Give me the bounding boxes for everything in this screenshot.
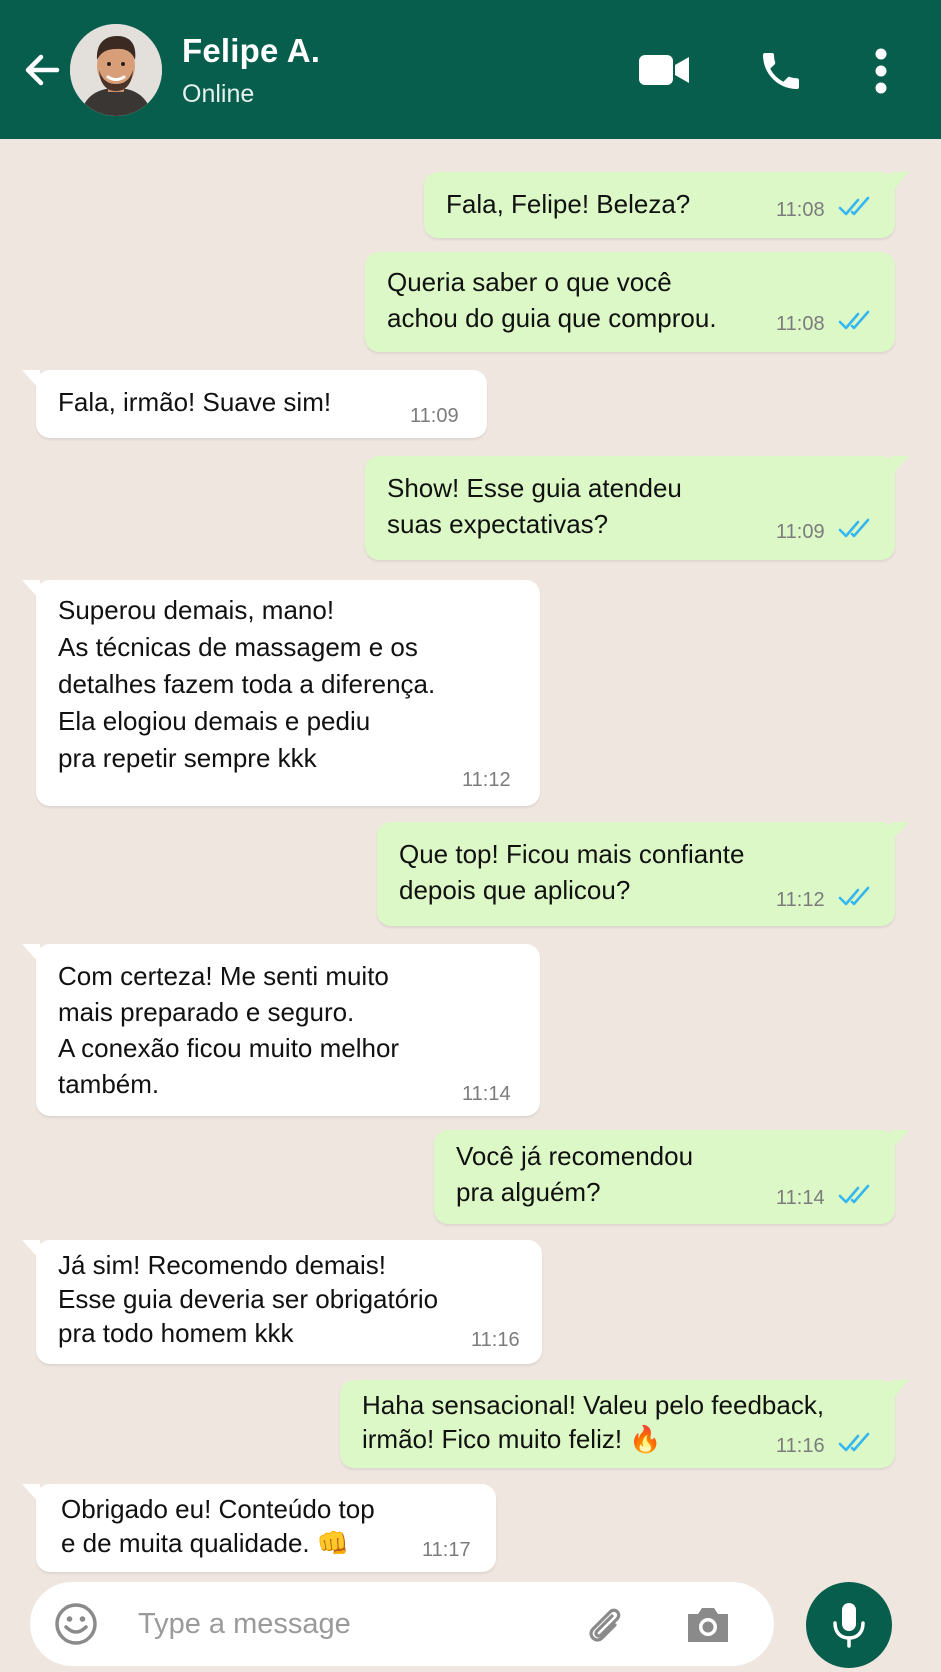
bubble-tail [891,456,909,476]
message-time: 11:09 [776,521,825,543]
bubble-tail [22,1240,40,1260]
read-receipt-icon [838,310,870,330]
phone-icon[interactable] [754,44,808,98]
message-text: Queria saber o que você achou do guia qu… [387,267,717,333]
message-text: Com certeza! Me senti muito mais prepara… [58,961,400,1099]
read-receipt-icon [838,886,870,906]
chat-header: Felipe A. Online [0,0,941,139]
bubble-tail [891,172,909,192]
message-text: Obrigado eu! Conteúdo top e de muita qua… [61,1494,375,1558]
message-bubble-outgoing[interactable]: Que top! Ficou mais confiante depois que… [377,822,909,926]
message-time: 11:12 [462,769,511,791]
composer [30,1582,774,1666]
message-time: 11:17 [422,1539,471,1561]
bubble-tail [891,1130,909,1150]
bubble-tail [22,580,40,600]
read-receipt-icon [838,196,870,216]
message-bubble-outgoing[interactable]: Queria saber o que você achou do guia qu… [365,252,895,352]
message-text: Que top! Ficou mais confiante depois que… [399,839,745,905]
bubble-tail [891,1380,909,1400]
message-time: 11:16 [471,1329,520,1351]
message-bubble-incoming[interactable]: Com certeza! Me senti muito mais prepara… [22,944,540,1116]
video-call-icon[interactable] [636,48,692,92]
message-time: 11:09 [410,405,459,427]
bubble-tail [22,370,40,390]
message-bubble-incoming[interactable]: Superou demais, mano! As técnicas de mas… [22,580,540,806]
bubble-tail [22,944,40,964]
bubble-tail [22,1484,40,1504]
read-receipt-icon [838,1432,870,1452]
message-time: 11:08 [776,199,825,221]
read-receipt-icon [838,1184,870,1204]
message-bubble-incoming[interactable]: Já sim! Recomendo demais! Esse guia deve… [22,1240,542,1364]
message-time: 11:12 [776,889,825,911]
message-text: Haha sensacional! Valeu pelo feedback, i… [362,1390,825,1454]
message-text: Fala, Felipe! Beleza? [446,189,691,219]
message-text: Fala, irmão! Suave sim! [58,387,332,417]
message-time: 11:16 [776,1435,825,1457]
more-vert-icon[interactable] [864,44,898,98]
emoji-icon[interactable] [54,1602,98,1646]
message-text: Superou demais, mano! As técnicas de mas… [58,595,436,773]
message-bubble-outgoing[interactable]: Fala, Felipe! Beleza? 11:08 [424,172,909,238]
message-time: 11:14 [776,1187,825,1209]
message-text: Já sim! Recomendo demais! Esse guia deve… [58,1250,439,1348]
bubble-tail [891,822,909,842]
camera-icon[interactable] [684,1602,732,1646]
message-text: Você já recomendou pra alguém? [456,1141,694,1207]
message-time: 11:08 [776,313,825,335]
paperclip-icon[interactable] [582,1602,626,1646]
avatar[interactable] [70,24,162,116]
back-arrow-icon[interactable] [18,46,66,94]
message-bubble-incoming[interactable]: Obrigado eu! Conteúdo top e de muita qua… [22,1484,496,1572]
message-bubble-outgoing[interactable]: Show! Esse guia atendeu suas expectativa… [365,456,909,560]
message-bubble-outgoing[interactable]: Você já recomendou pra alguém? 11:14 [434,1130,909,1224]
message-time: 11:14 [462,1083,511,1105]
mic-button[interactable] [806,1582,892,1668]
contact-status: Online [182,80,255,108]
message-bubble-outgoing[interactable]: Haha sensacional! Valeu pelo feedback, i… [340,1380,909,1468]
message-bubble-incoming[interactable]: Fala, irmão! Suave sim! 11:09 [22,370,487,438]
contact-name[interactable]: Felipe A. [182,32,320,70]
mic-icon [833,1603,865,1648]
message-input[interactable] [138,1598,578,1650]
read-receipt-icon [838,518,870,538]
message-text: Show! Esse guia atendeu suas expectativa… [387,473,682,539]
